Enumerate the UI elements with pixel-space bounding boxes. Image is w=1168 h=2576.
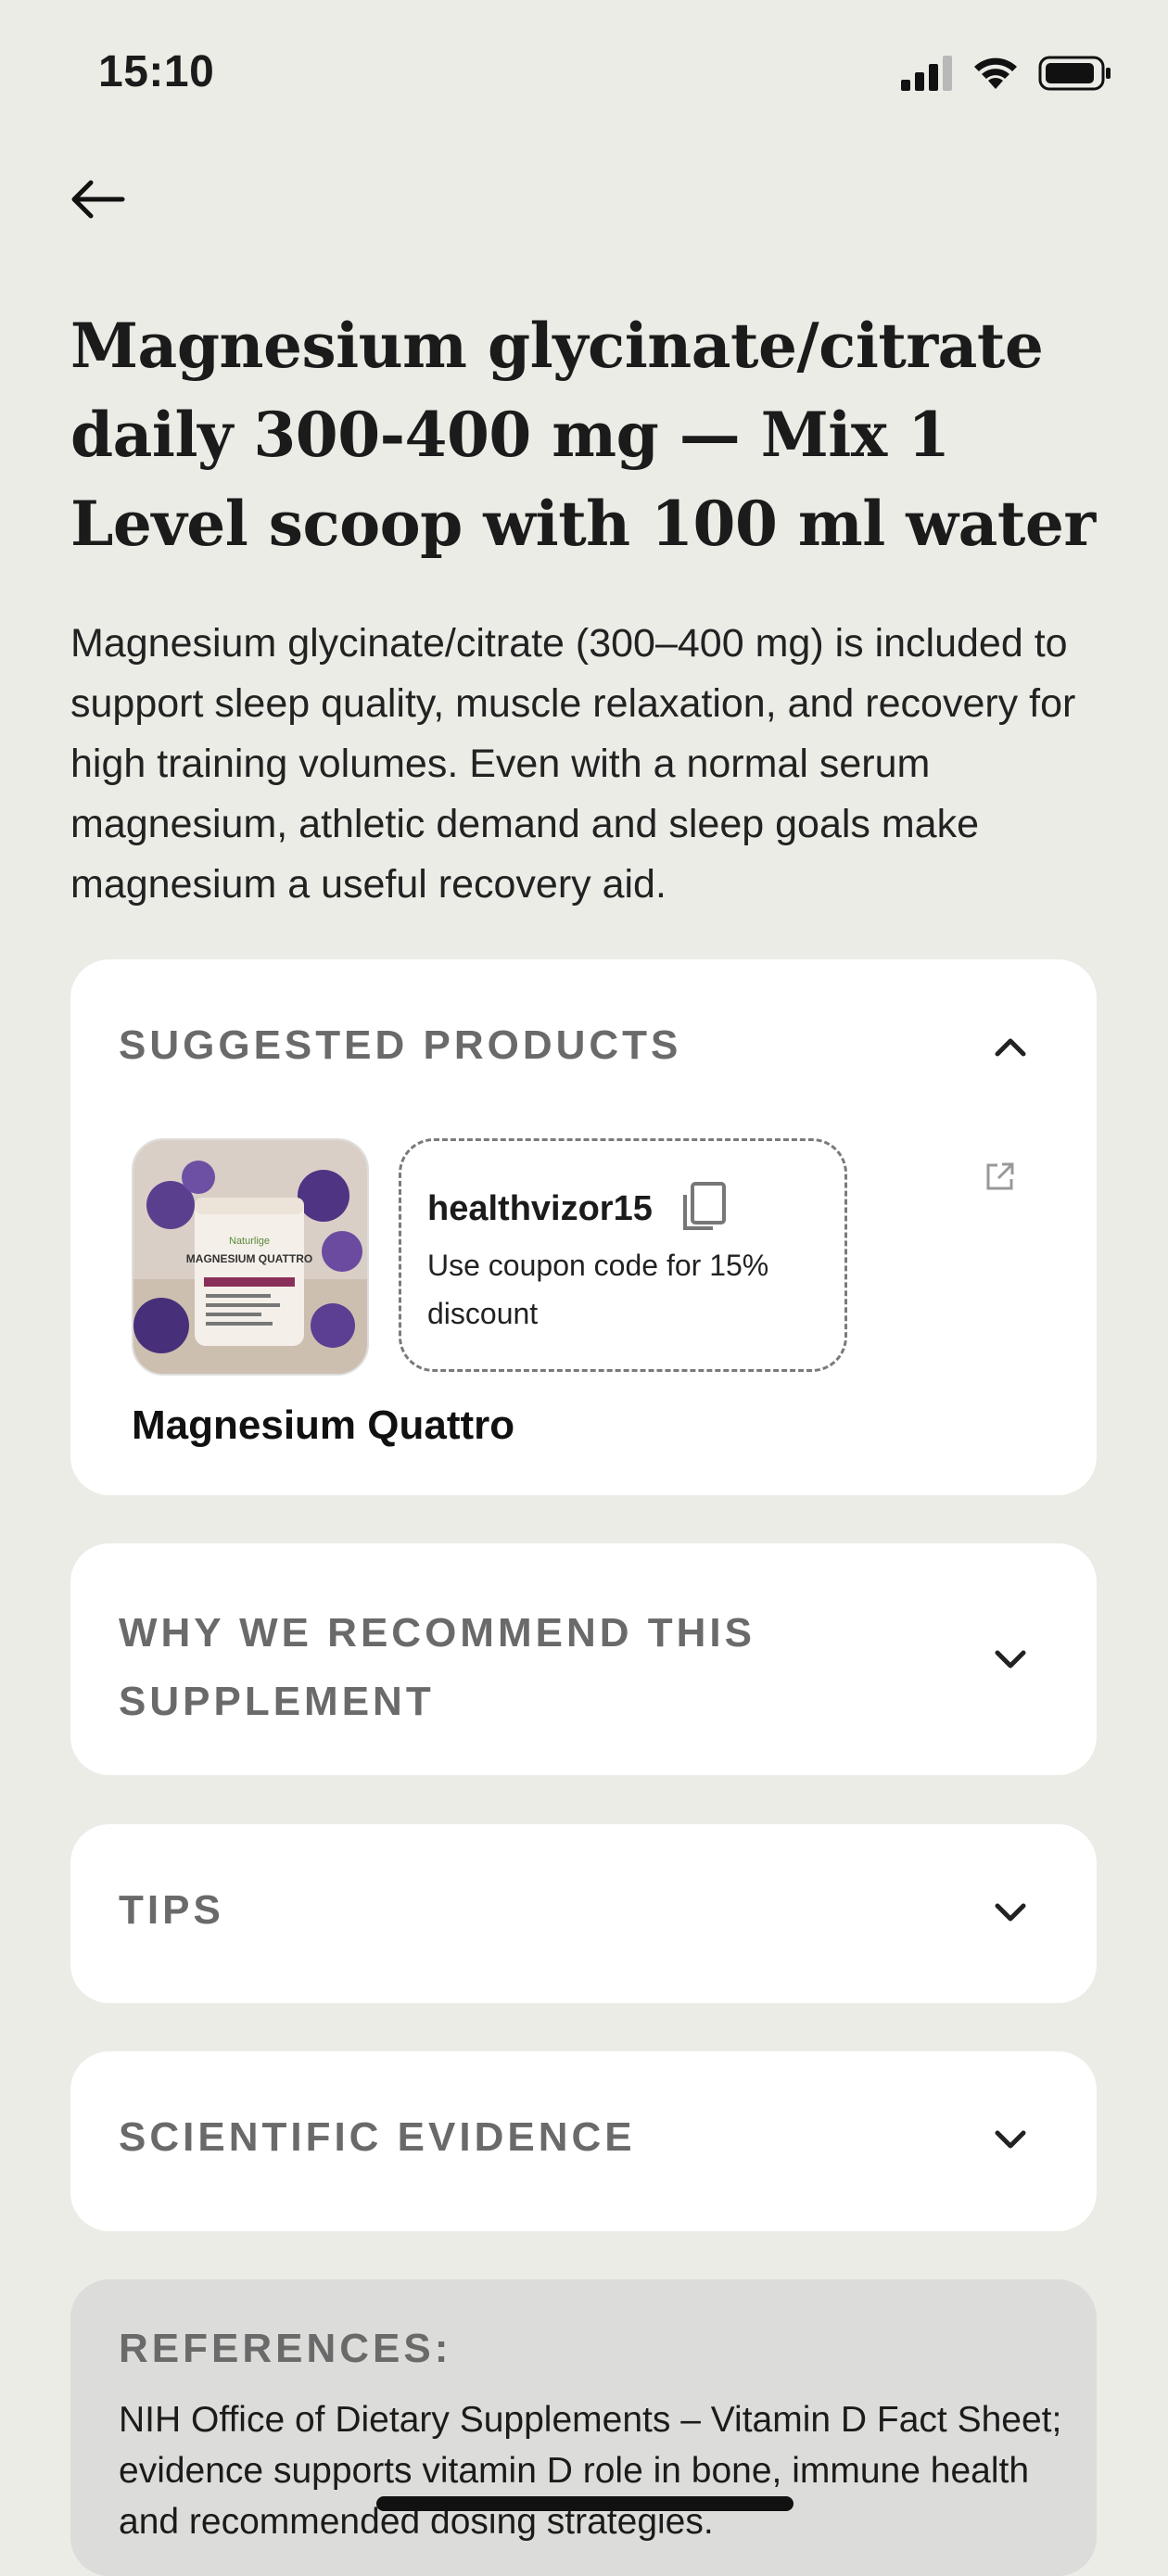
chevron-down-icon[interactable] <box>991 2120 1030 2159</box>
signal-icon <box>901 56 952 91</box>
references-text: NIH Office of Dietary Supplements – Vita… <box>119 2400 1062 2542</box>
battery-icon <box>1038 56 1111 91</box>
product-image-brand: Naturlige <box>229 1236 270 1247</box>
suggested-products-card: SUGGESTED PRODUCTS Naturlige MAGNESIUM Q… <box>70 959 1097 1495</box>
back-arrow-icon <box>71 180 125 219</box>
tips-heading: TIPS <box>119 1887 224 1933</box>
chevron-down-icon[interactable] <box>991 1893 1030 1932</box>
coupon-box[interactable]: healthvizor15 Use coupon code for 15% di… <box>399 1138 847 1372</box>
product-image[interactable]: Naturlige MAGNESIUM QUATTRO <box>132 1138 369 1376</box>
suggested-products-heading[interactable]: SUGGESTED PRODUCTS <box>119 1022 1048 1069</box>
references-heading: REFERENCES: <box>119 2326 452 2371</box>
why-recommend-card[interactable]: WHY WE RECOMMEND THIS SUPPLEMENT <box>70 1543 1097 1775</box>
coupon-code: healthvizor15 <box>427 1189 653 1228</box>
copy-icon[interactable] <box>678 1178 730 1234</box>
why-recommend-heading: WHY WE RECOMMEND THIS SUPPLEMENT <box>119 1610 755 1724</box>
tips-card[interactable]: TIPS <box>70 1824 1097 2003</box>
page-title: Magnesium glycinate/citrate daily 300-40… <box>70 310 1096 560</box>
wifi-icon <box>974 57 1017 89</box>
status-icons <box>901 54 1112 91</box>
references-card: REFERENCES: NIH Office of Dietary Supple… <box>70 2279 1097 2576</box>
status-time: 15:10 <box>98 47 215 96</box>
chevron-up-icon[interactable] <box>991 1028 1030 1067</box>
scientific-evidence-heading: SCIENTIFIC EVIDENCE <box>119 2114 636 2160</box>
scientific-evidence-card[interactable]: SCIENTIFIC EVIDENCE <box>70 2051 1097 2231</box>
home-indicator[interactable] <box>376 2496 793 2511</box>
external-link-icon[interactable] <box>984 1160 1017 1193</box>
status-bar: 15:10 <box>0 0 1168 148</box>
product-photo: Naturlige MAGNESIUM QUATTRO <box>133 1140 367 1374</box>
page-description: Magnesium glycinate/citrate (300–400 mg)… <box>70 621 1076 907</box>
product-name[interactable]: Magnesium Quattro <box>132 1402 514 1449</box>
back-button[interactable] <box>65 167 130 232</box>
product-image-title: MAGNESIUM QUATTRO <box>186 1252 312 1265</box>
chevron-down-icon[interactable] <box>991 1640 1030 1679</box>
coupon-note: Use coupon code for 15% discount <box>427 1249 769 1330</box>
